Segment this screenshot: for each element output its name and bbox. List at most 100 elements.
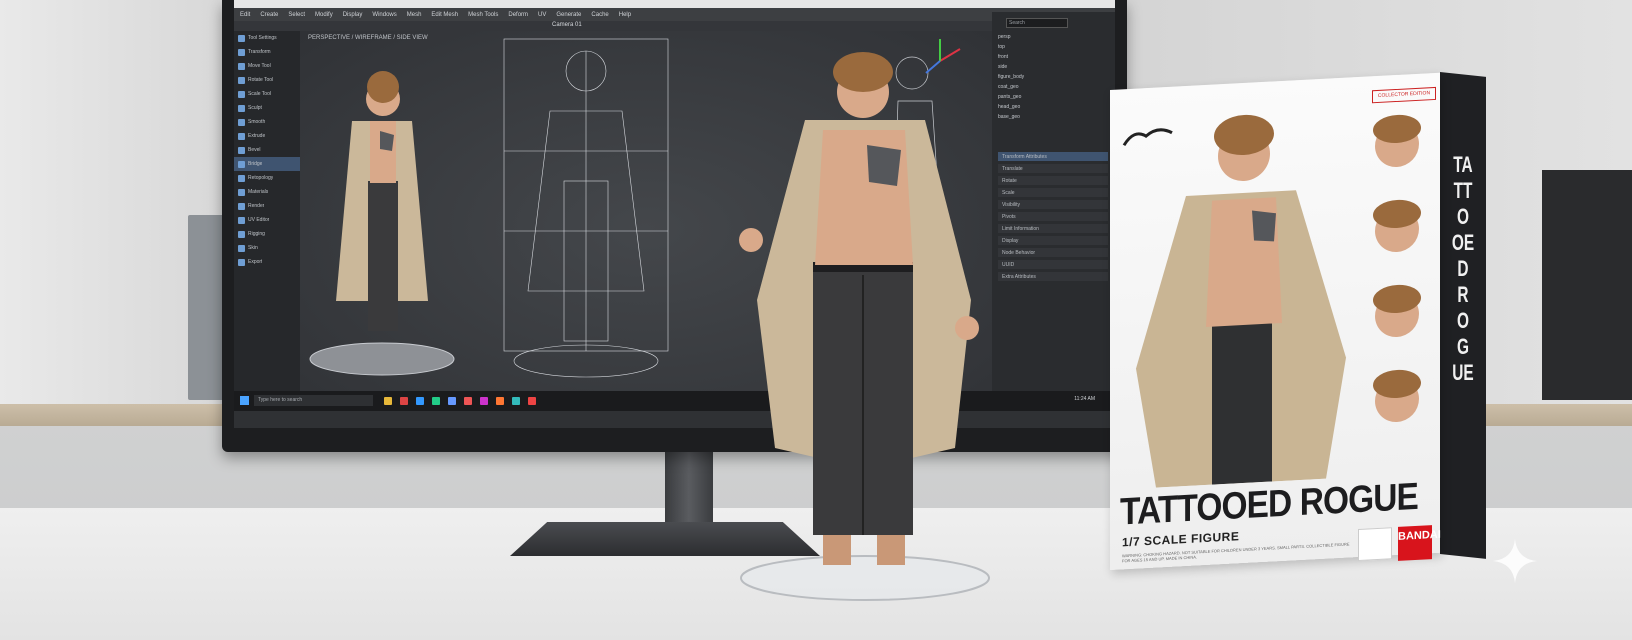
outliner-item[interactable]: coat_geo — [998, 82, 1108, 92]
attribute-row[interactable]: UUID — [998, 260, 1108, 269]
left-panel-item[interactable]: Move Tool — [234, 59, 300, 73]
menu-item[interactable]: Cache — [591, 12, 608, 18]
tool-icon — [238, 118, 245, 126]
left-panel-label: Transform — [248, 49, 271, 55]
menu-item[interactable]: Create — [260, 12, 278, 18]
attribute-row[interactable]: Visibility — [998, 200, 1108, 209]
left-panel-item[interactable]: Transform — [234, 45, 300, 59]
left-panel-label: Rotate Tool — [248, 77, 274, 83]
figure-hair — [833, 52, 893, 92]
taskbar-app-icon[interactable] — [496, 397, 504, 405]
left-panel-label: Rigging — [248, 231, 265, 237]
left-panel-label: UV Editor — [248, 217, 270, 223]
tool-icon — [238, 230, 245, 238]
attribute-row[interactable]: Extra Attributes — [998, 272, 1108, 281]
tool-icon — [238, 174, 245, 182]
monitor-stand-neck — [665, 450, 713, 526]
left-panel-item[interactable]: Tool Settings — [234, 31, 300, 45]
tool-icon — [238, 188, 245, 196]
left-panel-label: Retopology — [248, 175, 274, 181]
taskbar-app-icon[interactable] — [384, 397, 392, 405]
taskbar-app-icon[interactable] — [480, 397, 488, 405]
menu-item[interactable]: Edit Mesh — [431, 12, 458, 18]
outliner-item[interactable]: front — [998, 52, 1108, 62]
outliner-item[interactable]: base_geo — [998, 112, 1108, 122]
taskbar-app-icon[interactable] — [464, 397, 472, 405]
outliner-item[interactable]: figure_body — [998, 72, 1108, 82]
menu-item[interactable]: Help — [619, 12, 631, 18]
left-panel-label: Extrude — [248, 133, 266, 139]
attribute-row[interactable]: Rotate — [998, 176, 1108, 185]
start-icon[interactable] — [240, 396, 249, 405]
left-panel-item[interactable]: Bridge — [234, 157, 300, 171]
menu-item[interactable]: Edit — [240, 12, 250, 18]
left-panel-item[interactable]: Rigging — [234, 227, 300, 241]
sparkle-icon — [1493, 539, 1537, 583]
outliner-search-input[interactable]: Search — [1006, 18, 1068, 28]
textured-model — [309, 71, 455, 376]
taskbar-app-icon[interactable] — [400, 397, 408, 405]
left-panel-label: Scale Tool — [248, 91, 271, 97]
menu-item[interactable]: Deform — [508, 12, 528, 18]
left-panel-item[interactable]: Smooth — [234, 115, 300, 129]
left-panel-label: Skin — [248, 245, 258, 251]
taskbar-app-icon[interactable] — [528, 397, 536, 405]
taskbar-app-icon[interactable] — [416, 397, 424, 405]
attribute-row[interactable]: Display — [998, 236, 1108, 245]
left-panel-item[interactable]: Skin — [234, 241, 300, 255]
taskbar-search-input[interactable]: Type here to search — [254, 395, 373, 406]
tool-icon — [238, 76, 245, 84]
outliner-item[interactable]: persp — [998, 32, 1108, 42]
taskbar-app-icon[interactable] — [448, 397, 456, 405]
attribute-row[interactable]: Pivots — [998, 212, 1108, 221]
menu-item[interactable]: Modify — [315, 12, 333, 18]
tool-icon — [238, 146, 245, 154]
left-panel-item[interactable]: Render — [234, 199, 300, 213]
left-panel-item[interactable]: Materials — [234, 185, 300, 199]
box-figure-art — [1136, 114, 1346, 488]
attribute-row[interactable]: Node Behavior — [998, 248, 1108, 257]
licensor-logo — [1358, 527, 1392, 562]
attribute-row[interactable]: Scale — [998, 188, 1108, 197]
menu-item[interactable]: Mesh Tools — [468, 12, 498, 18]
left-panel-label: Render — [248, 203, 265, 209]
left-panel-item[interactable]: Export — [234, 255, 300, 269]
left-panel-label: Bevel — [248, 147, 261, 153]
right-attribute-panel: Search persp top front side figure_body … — [992, 12, 1115, 392]
dark-cabinet — [1542, 170, 1632, 400]
left-panel-label: Bridge — [248, 161, 263, 167]
left-panel-item[interactable]: Retopology — [234, 171, 300, 185]
left-panel-item[interactable]: Extrude — [234, 129, 300, 143]
left-panel-label: Export — [248, 259, 263, 265]
tool-icon — [238, 258, 245, 266]
left-panel-label: Tool Settings — [248, 35, 277, 41]
attribute-row[interactable]: Translate — [998, 164, 1108, 173]
tool-icon — [238, 160, 245, 168]
left-tool-panel: Tool Settings Transform Move Tool Rotate… — [234, 31, 300, 391]
box-front-panel: COLLECTOR EDITION TATTOOED ROGUE 1/7 SCA… — [1110, 72, 1441, 570]
outliner-item[interactable]: pants_geo — [998, 92, 1108, 102]
product-box: COLLECTOR EDITION TATTOOED ROGUE 1/7 SCA… — [1110, 72, 1486, 572]
left-panel-item[interactable]: UV Editor — [234, 213, 300, 227]
menu-item[interactable]: Mesh — [407, 12, 422, 18]
menu-bar: Edit Create Select Modify Display Window… — [234, 8, 1115, 21]
taskbar-app-icon[interactable] — [432, 397, 440, 405]
attribute-row[interactable]: Limit Information — [998, 224, 1108, 233]
menu-item[interactable]: Generate — [556, 12, 581, 18]
tool-icon — [238, 202, 245, 210]
left-panel-item[interactable]: Rotate Tool — [234, 73, 300, 87]
taskbar-app-icon[interactable] — [512, 397, 520, 405]
menu-item[interactable]: Windows — [372, 12, 396, 18]
left-panel-item[interactable]: Scale Tool — [234, 87, 300, 101]
menu-item[interactable]: Select — [288, 12, 305, 18]
left-panel-item[interactable]: Sculpt — [234, 101, 300, 115]
menu-item[interactable]: Display — [343, 12, 363, 18]
outliner-item[interactable]: top — [998, 42, 1108, 52]
outliner-item[interactable]: head_geo — [998, 102, 1108, 112]
tool-icon — [238, 62, 245, 70]
menu-item[interactable]: UV — [538, 12, 546, 18]
tool-strip: Camera 01 — [234, 21, 1115, 31]
left-panel-item[interactable]: Bevel — [234, 143, 300, 157]
attribute-row[interactable]: Transform Attributes — [998, 152, 1108, 161]
outliner-item[interactable]: side — [998, 62, 1108, 72]
